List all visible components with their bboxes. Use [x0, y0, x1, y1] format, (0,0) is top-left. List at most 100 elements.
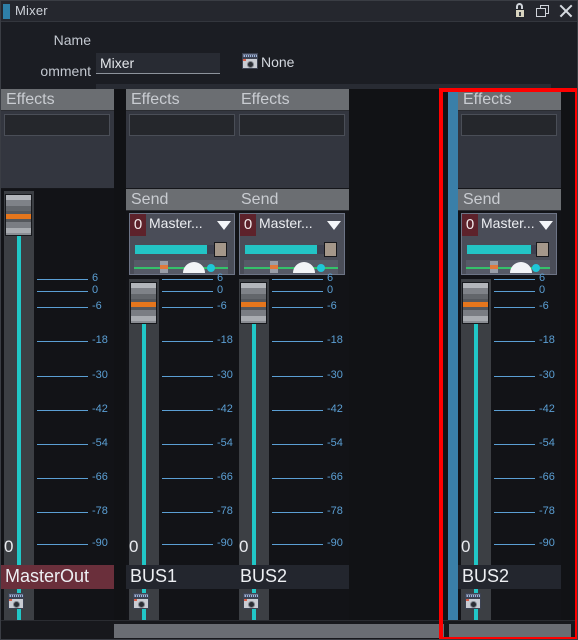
scale-tick	[494, 410, 535, 411]
scale-tick-label: -42	[92, 403, 108, 415]
fader-handle[interactable]	[130, 282, 157, 324]
scale-tick	[162, 291, 213, 292]
scale-tick-label: -30	[539, 369, 555, 381]
scale-tick-label: -66	[327, 471, 343, 483]
scale-tick-label: 6	[327, 272, 334, 284]
camera-icon	[132, 593, 150, 610]
scale-tick-label: -18	[217, 334, 233, 346]
level-scale: 6 0 -6 -18 -30 -42 -54 -66 -78 -90	[272, 89, 349, 620]
snapshot-selector[interactable]: None	[241, 53, 294, 70]
name-input[interactable]	[96, 53, 220, 74]
level-scale: 6 0 -6 -18 -30 -42 -54 -66 -78 -90	[162, 89, 239, 620]
scale-tick	[37, 478, 88, 479]
scale-tick	[272, 341, 323, 342]
scale-tick-label: -6	[92, 300, 102, 312]
level-scale: 6 0 -6 -18 -30 -42 -54 -66 -78 -90	[37, 89, 114, 620]
scale-tick	[494, 279, 535, 280]
channel-name-plate[interactable]: BUS1	[126, 565, 239, 589]
fader-handle[interactable]	[5, 194, 32, 236]
snapshot-label: None	[261, 53, 295, 70]
scale-tick	[162, 444, 213, 445]
scrollbar-thumb[interactable]	[114, 624, 444, 638]
scale-tick-label: 6	[217, 272, 224, 284]
scale-tick-label: -42	[217, 403, 233, 415]
scale-tick-label: -90	[92, 537, 108, 549]
scale-tick-label: -18	[92, 334, 108, 346]
scale-tick	[37, 291, 88, 292]
scale-tick	[162, 376, 213, 377]
scale-tick	[37, 544, 88, 545]
restore-icon[interactable]	[534, 2, 552, 20]
scale-tick	[272, 279, 323, 280]
scale-tick	[494, 376, 535, 377]
scale-tick	[494, 307, 535, 308]
comment-label: omment	[40, 63, 91, 79]
send-index-badge: 0	[130, 214, 146, 236]
channel-name-plate[interactable]: BUS2	[458, 565, 561, 589]
fader-handle[interactable]	[462, 282, 489, 324]
channel-strip[interactable]: Effects Send 0 Master... 6 0 -6 -18 -30 -42 -54 -66…	[126, 89, 239, 639]
scale-tick-label: -66	[539, 471, 555, 483]
scale-tick	[162, 341, 213, 342]
channel-snapshot-button[interactable]	[7, 593, 25, 615]
camera-icon	[464, 593, 482, 610]
scale-tick	[494, 444, 535, 445]
window-title: Mixer	[15, 3, 48, 18]
lock-icon[interactable]	[511, 2, 529, 20]
fader-value-readout: 0	[461, 537, 471, 556]
scale-tick-label: -42	[539, 403, 555, 415]
channel-snapshot-button[interactable]	[132, 593, 150, 615]
scale-tick	[162, 307, 213, 308]
camera-icon	[7, 593, 25, 610]
scale-tick	[162, 512, 213, 513]
scale-tick	[272, 512, 323, 513]
horizontal-scrollbar[interactable]	[1, 620, 577, 639]
scale-tick	[272, 291, 323, 292]
scale-tick-label: -54	[327, 437, 343, 449]
scale-tick-label: -6	[327, 300, 337, 312]
scale-tick-label: 0	[217, 284, 224, 296]
scale-tick	[494, 291, 535, 292]
name-label: Name	[53, 32, 91, 48]
scale-tick-label: -78	[327, 505, 343, 517]
scale-tick	[272, 376, 323, 377]
scale-tick	[37, 444, 88, 445]
scale-tick	[494, 341, 535, 342]
scale-tick-label: -90	[539, 537, 555, 549]
restore-front-square	[536, 8, 546, 17]
send-index-badge: 0	[240, 214, 256, 236]
scale-tick	[162, 410, 213, 411]
scale-tick-label: -54	[217, 437, 233, 449]
strip-selection-indicator	[448, 89, 458, 620]
close-icon[interactable]	[557, 2, 575, 20]
fader-handle[interactable]	[240, 282, 267, 324]
scale-tick	[37, 512, 88, 513]
scale-tick	[37, 376, 88, 377]
channel-name-plate[interactable]: BUS2	[236, 565, 349, 589]
scale-tick	[272, 410, 323, 411]
scale-tick	[37, 410, 88, 411]
scale-tick	[494, 512, 535, 513]
scale-tick-label: -78	[217, 505, 233, 517]
scale-tick	[494, 478, 535, 479]
scale-tick	[162, 478, 213, 479]
channel-name-plate[interactable]: MasterOut	[1, 565, 114, 589]
fader-value-readout: 0	[4, 537, 14, 556]
scale-tick-label: -6	[217, 300, 227, 312]
camera-icon	[241, 53, 259, 70]
channel-snapshot-button[interactable]	[242, 593, 260, 615]
scale-tick-label: 6	[539, 272, 546, 284]
scale-tick-label: 0	[92, 284, 99, 296]
scale-tick-label: 0	[539, 284, 546, 296]
scale-tick	[272, 544, 323, 545]
channel-strip[interactable]: Effects Send 0 Master... 6 0 -6 -18 -30 -42 -54 -66…	[448, 89, 561, 639]
channel-strip[interactable]: Effects 6 0 -6 -18 -30 -42 -54 -66 -78 -90 0 MasterO…	[1, 89, 114, 639]
channel-strip[interactable]: Effects Send 0 Master... 6 0 -6 -18 -30 -42 -54 -66…	[236, 89, 349, 639]
channel-snapshot-button[interactable]	[464, 593, 482, 615]
scale-tick	[494, 544, 535, 545]
scale-tick-label: -6	[539, 300, 549, 312]
fader-value-readout: 0	[129, 537, 139, 556]
scale-tick	[37, 307, 88, 308]
scrollbar-thumb-secondary[interactable]	[449, 624, 571, 638]
mixer-window: Mixer Name omment	[0, 0, 578, 640]
